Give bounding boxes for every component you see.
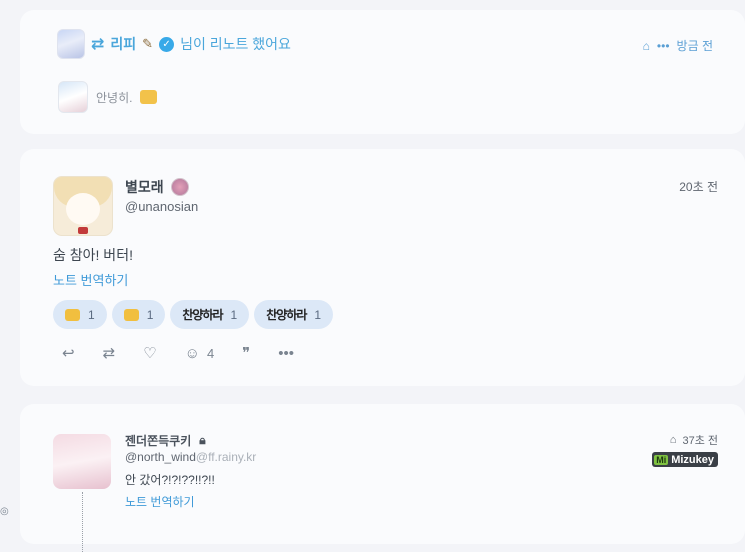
more-horizontal-icon[interactable]: •••	[657, 39, 670, 53]
verified-badge-icon: ✓	[159, 36, 175, 52]
heart-icon: ♡	[143, 345, 157, 362]
home-icon: ⌂	[642, 38, 650, 53]
note-card[interactable]: 젠더쫀득쿠키 🔒︎ @north_wind@ff.rainy.kr ⌂ 37초 …	[20, 404, 745, 552]
praise-emoji: 찬양하라	[182, 308, 223, 322]
badge-emoji-icon	[170, 178, 189, 196]
reaction-count: 1	[146, 307, 154, 322]
react-button[interactable]: ☺ 4	[185, 345, 215, 362]
more-button[interactable]: •••	[278, 345, 294, 362]
quote-button[interactable]: ❞	[242, 344, 250, 362]
renoter-name[interactable]: 리피	[110, 34, 136, 54]
praise-emoji: 찬양하라	[266, 308, 307, 322]
reaction-total: 4	[206, 345, 215, 361]
instance-badge[interactable]: Mi Mizukey	[652, 452, 718, 467]
note-text: 숨 참아! 버터!	[53, 247, 133, 263]
reaction-button[interactable]: 찬양하라 1	[254, 300, 334, 329]
lock-icon: 🔒︎	[199, 433, 206, 447]
home-icon: ⌂	[669, 434, 677, 446]
emoji-add-icon: ☺	[184, 344, 200, 362]
renote-button[interactable]: ⇄	[103, 344, 116, 362]
note-time[interactable]: 20초 전	[679, 178, 718, 195]
note-text: 안 갔어?!?!??!!?!!	[125, 473, 215, 487]
settings-icon[interactable]: ◎	[0, 506, 9, 517]
reaction-count: 1	[88, 307, 95, 322]
note-author[interactable]: 젠더쫀득쿠키 🔒︎	[125, 432, 206, 449]
repeat-icon: ⇄	[102, 345, 116, 362]
renote-meta: ⌂ ••• 방금 전	[643, 37, 713, 54]
translate-link[interactable]: 노트 번역하기	[125, 493, 195, 510]
renoted-note-text: 안녕히.	[96, 90, 133, 105]
note-author[interactable]: 별모래	[125, 177, 189, 197]
username[interactable]: @unanosian	[125, 199, 198, 214]
renote-action-text: 님이 리노트 했어요	[180, 36, 291, 52]
quote-icon: ❞	[242, 345, 251, 362]
username-host: @ff.rainy.kr	[195, 450, 257, 464]
avatar[interactable]	[53, 176, 113, 236]
display-name[interactable]: 별모래	[125, 177, 164, 197]
reaction-button[interactable]: 1	[53, 300, 107, 329]
renote-card[interactable]: ⇄ 리피 ✎ ✓ 님이 리노트 했어요 ⌂ ••• 방금 전 안녕히.	[20, 10, 745, 134]
renote-header: ⇄ 리피 ✎ ✓ 님이 리노트 했어요	[57, 29, 291, 59]
note-meta: ⌂ 37초 전	[670, 432, 718, 448]
thread-line	[82, 492, 83, 552]
renoter-avatar[interactable]	[57, 29, 85, 59]
reaction-list: 1 1 찬양하라 1 찬양하라 1	[53, 300, 334, 329]
reply-icon: ↩	[62, 345, 75, 362]
username-local: @north_wind	[125, 450, 196, 464]
reaction-count: 1	[230, 307, 238, 322]
note-time[interactable]: 37초 전	[682, 432, 718, 448]
more-horizontal-icon: •••	[278, 344, 295, 362]
renoted-note-preview[interactable]: 안녕히.	[58, 81, 158, 113]
instance-name: Mizukey	[671, 453, 714, 466]
note-actions: ↩ ⇄ ♡ ☺ 4 ❞ •••	[62, 344, 322, 363]
avatar[interactable]	[53, 434, 111, 489]
reaction-button[interactable]: 1	[111, 300, 166, 329]
butter-emoji-icon	[140, 90, 158, 104]
instance-badge-prefix: Mi	[654, 454, 669, 465]
username[interactable]: @north_wind@ff.rainy.kr	[125, 450, 256, 464]
renote-time[interactable]: 방금 전	[677, 37, 713, 54]
renoted-user-avatar[interactable]	[58, 81, 88, 113]
butter-emoji-icon	[123, 308, 139, 321]
butter-emoji-icon	[65, 308, 80, 321]
broken-heart-emoji-icon: ✎	[142, 36, 154, 51]
like-button[interactable]: ♡	[143, 344, 156, 362]
display-name[interactable]: 젠더쫀득쿠키	[125, 432, 191, 449]
repeat-icon: ⇄	[91, 36, 105, 53]
reaction-count: 1	[314, 307, 322, 322]
translate-link[interactable]: 노트 번역하기	[53, 270, 128, 289]
note-card[interactable]: 별모래 @unanosian 20초 전 숨 참아! 버터! 노트 번역하기 1…	[20, 149, 745, 386]
reply-button[interactable]: ↩	[62, 344, 75, 362]
reaction-button[interactable]: 찬양하라 1	[170, 300, 250, 329]
